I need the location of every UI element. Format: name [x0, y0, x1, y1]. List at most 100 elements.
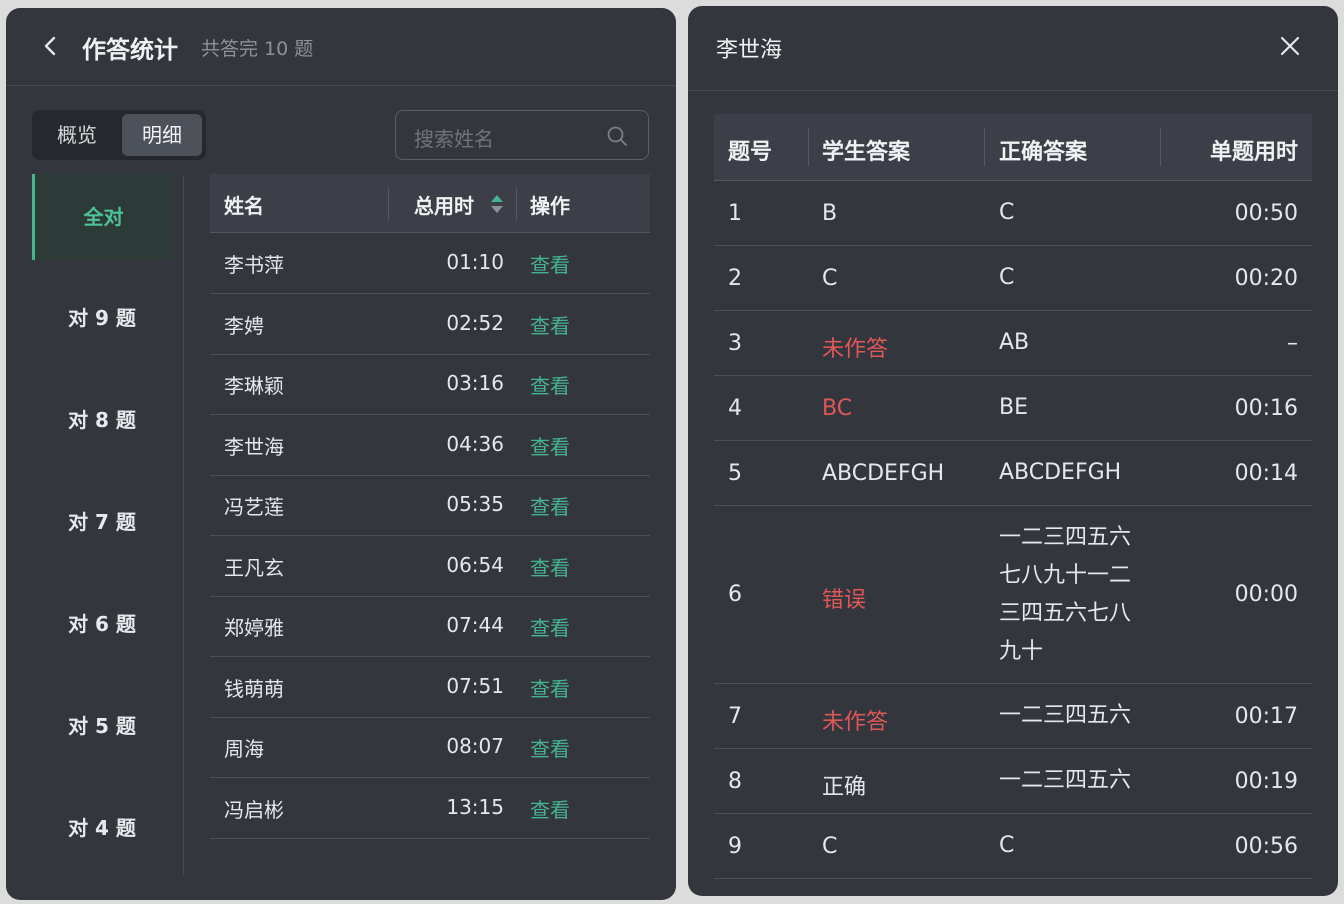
view-link[interactable]: 查看	[530, 552, 570, 581]
total-time: 07:44	[446, 613, 504, 637]
column-header-action: 操作	[530, 194, 570, 218]
page-title: 作答统计	[82, 36, 178, 64]
table-row: 周海 08:07 查看	[210, 717, 650, 778]
student-answer: B	[822, 201, 838, 226]
student-answer: C	[822, 834, 838, 859]
column-header-student-answer: 学生答案	[822, 140, 911, 165]
table-row: 9 C C 00:56	[714, 814, 1312, 879]
view-link[interactable]: 查看	[530, 249, 570, 278]
correct-answer: 一二三四五六	[999, 703, 1132, 728]
question-time: 00:00	[1234, 582, 1298, 607]
question-number: 8	[728, 769, 742, 794]
category-9-correct[interactable]: 对 9 题	[32, 302, 172, 331]
total-time: 05:35	[446, 492, 504, 516]
total-time: 02:52	[446, 311, 504, 335]
student-name: 王凡玄	[224, 556, 284, 580]
correct-answer: C	[999, 265, 1015, 290]
category-7-correct[interactable]: 对 7 题	[32, 506, 172, 535]
student-answer: 未作答	[822, 710, 889, 735]
column-header-time: 单题用时	[1209, 140, 1298, 165]
student-name: 冯艺莲	[224, 495, 284, 519]
total-time: 13:15	[446, 795, 504, 819]
student-name: 冯启彬	[224, 798, 284, 822]
table-row: 8 正确 一二三四五六 00:19	[714, 749, 1312, 814]
table-header: 姓名 总用时 操作	[210, 174, 650, 233]
student-answer: 正确	[822, 775, 867, 800]
view-link[interactable]: 查看	[530, 491, 570, 520]
question-number: 9	[728, 834, 742, 859]
category-4-correct[interactable]: 对 4 题	[32, 812, 172, 841]
back-icon[interactable]	[40, 34, 60, 58]
correct-answer: C	[999, 833, 1015, 858]
table-row: 钱萌萌 07:51 查看	[210, 657, 650, 718]
category-all-correct[interactable]: 全对	[32, 174, 172, 260]
question-number: 7	[728, 704, 742, 729]
column-separator	[984, 128, 985, 166]
question-time: 00:14	[1234, 461, 1298, 486]
tab-details[interactable]: 明细	[122, 114, 202, 156]
question-time: 00:16	[1234, 396, 1298, 421]
table-header: 题号 学生答案 正确答案 单题用时	[714, 114, 1312, 181]
total-time: 03:16	[446, 371, 504, 395]
search-placeholder: 搜索姓名	[414, 127, 494, 151]
view-link[interactable]: 查看	[530, 673, 570, 702]
panel-header: 作答统计 共答完 10 题	[6, 8, 676, 86]
column-header-total-time[interactable]: 总用时	[414, 190, 474, 219]
view-link[interactable]: 查看	[530, 431, 570, 460]
question-number: 2	[728, 266, 742, 291]
question-time: 00:50	[1234, 201, 1298, 226]
question-time: 00:19	[1234, 769, 1298, 794]
table-row: 冯艺莲 05:35 查看	[210, 475, 650, 536]
correct-answer: 一二三四五六	[999, 768, 1132, 793]
total-time: 08:07	[446, 734, 504, 758]
student-name: 钱萌萌	[224, 677, 284, 701]
column-header-name: 姓名	[224, 194, 264, 218]
view-link[interactable]: 查看	[530, 794, 570, 823]
student-answer: 未作答	[822, 337, 889, 362]
sort-icon[interactable]	[490, 192, 504, 216]
total-time: 01:10	[446, 250, 504, 274]
column-separator	[808, 128, 809, 166]
answer-stats-panel: 作答统计 共答完 10 题 概览 明细 搜索姓名 全对 对 9 题 对 8 题 …	[6, 8, 676, 900]
category-6-correct[interactable]: 对 6 题	[32, 608, 172, 637]
table-row: 5 ABCDEFGH ABCDEFGH 00:14	[714, 441, 1312, 506]
view-link[interactable]: 查看	[530, 612, 570, 641]
student-name-title: 李世海	[716, 38, 783, 63]
category-5-correct[interactable]: 对 5 题	[32, 710, 172, 739]
search-icon	[607, 126, 627, 146]
student-answer: BC	[822, 396, 853, 421]
table-row: 李娉 02:52 查看	[210, 294, 650, 355]
column-header-correct-answer: 正确答案	[999, 140, 1088, 165]
close-icon[interactable]	[1278, 34, 1302, 58]
table-row: 6 错误 一二三四五六 七八九十一二 三四五六七八 九十 00:00	[714, 506, 1312, 684]
student-name: 李娉	[224, 314, 264, 338]
total-time: 07:51	[446, 674, 504, 698]
correct-answer: C	[999, 200, 1015, 225]
view-link[interactable]: 查看	[530, 370, 570, 399]
table-row: 4 BC BE 00:16	[714, 376, 1312, 441]
total-time: 04:36	[446, 432, 504, 456]
student-name: 李世海	[224, 435, 284, 459]
category-8-correct[interactable]: 对 8 题	[32, 404, 172, 433]
student-answer: 错误	[822, 588, 867, 613]
total-time: 06:54	[446, 553, 504, 577]
table-row: 1 B C 00:50	[714, 181, 1312, 246]
student-name: 李琳颖	[224, 374, 284, 398]
student-answer: C	[822, 266, 838, 291]
view-link[interactable]: 查看	[530, 733, 570, 762]
table-row: 郑婷雅 07:44 查看	[210, 596, 650, 657]
question-time: 00:17	[1234, 704, 1298, 729]
question-number: 6	[728, 582, 742, 607]
table-row: 冯启彬 13:15 查看	[210, 778, 650, 839]
question-number: 5	[728, 461, 742, 486]
student-detail-panel: 李世海 题号 学生答案 正确答案 单题用时 1 B C 00:50 2 C C …	[688, 6, 1338, 896]
student-name: 郑婷雅	[224, 616, 284, 640]
question-number: 3	[728, 331, 742, 356]
student-name: 李书萍	[224, 253, 284, 277]
search-input[interactable]: 搜索姓名	[395, 110, 649, 160]
view-link[interactable]: 查看	[530, 310, 570, 339]
column-header-question-no: 题号	[728, 140, 773, 165]
question-time: –	[1287, 331, 1298, 356]
tab-overview[interactable]: 概览	[36, 114, 118, 156]
correct-answer: 一二三四五六 七八九十一二 三四五六七八 九十	[999, 525, 1132, 664]
